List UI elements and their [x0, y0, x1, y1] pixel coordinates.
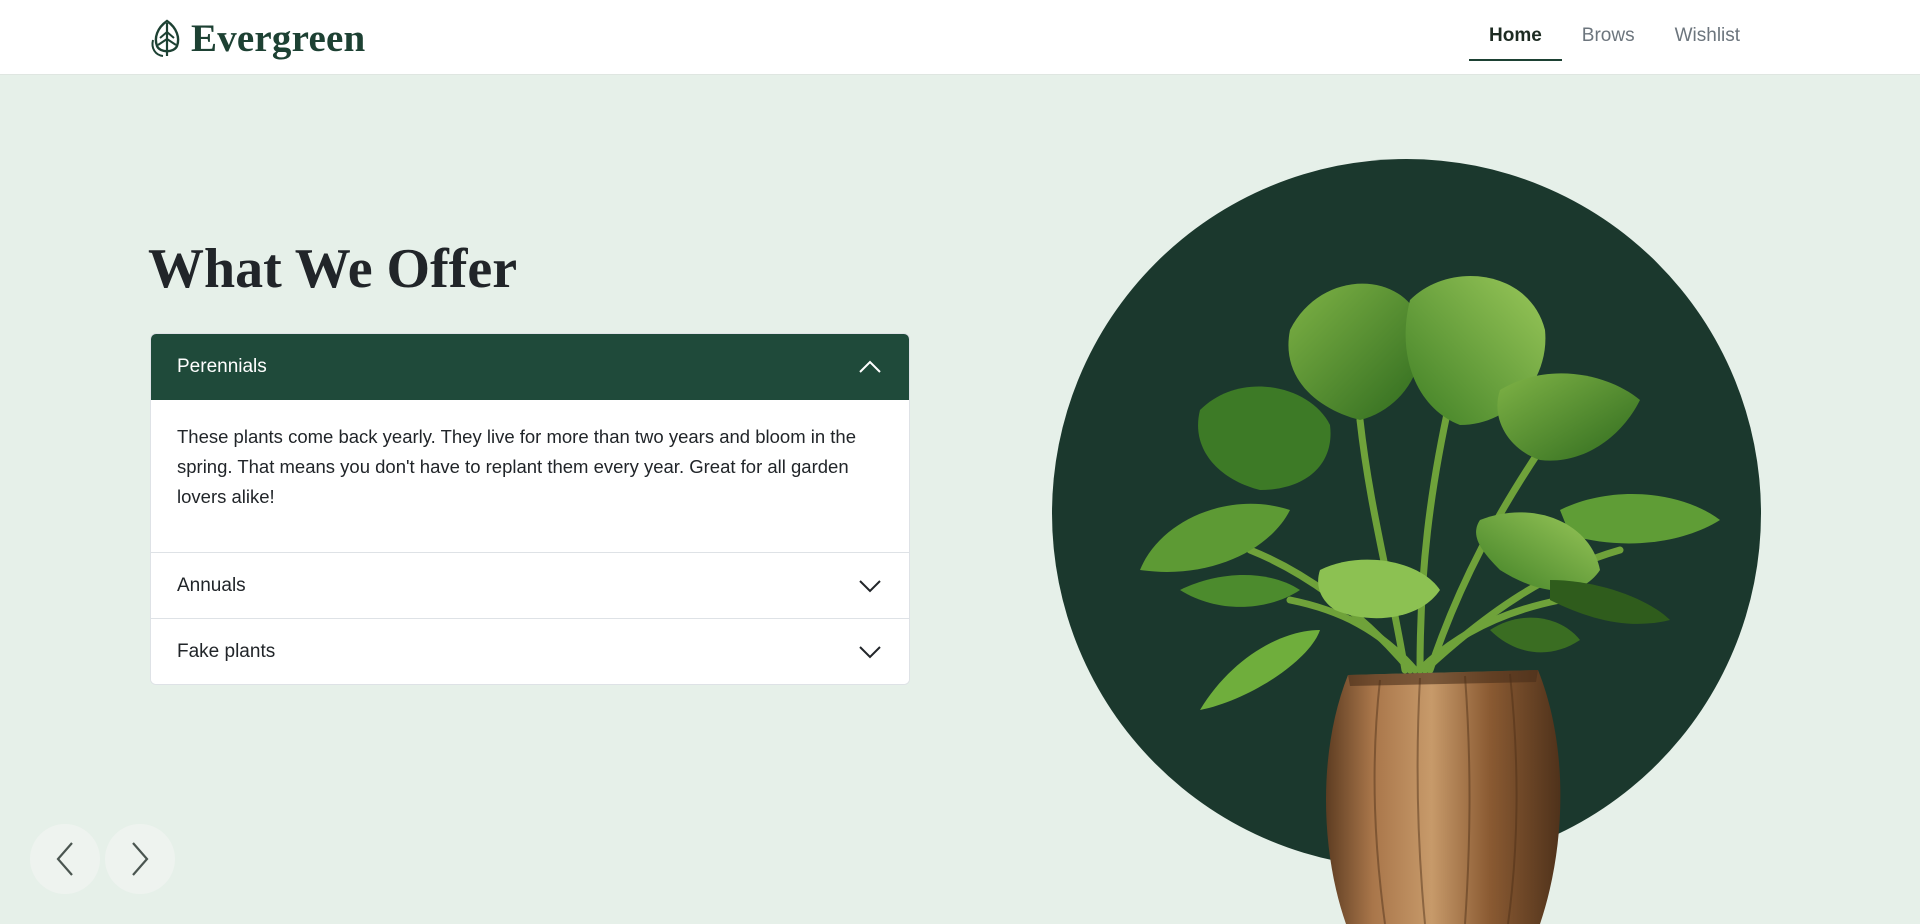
accordion-header-perennials[interactable]: Perennials [151, 334, 909, 400]
nav-home[interactable]: Home [1469, 14, 1562, 61]
chevron-right-icon [132, 842, 149, 876]
accordion-item-annuals: Annuals [151, 552, 909, 618]
chevron-down-icon [859, 579, 881, 592]
accordion-header-fake-plants[interactable]: Fake plants [151, 619, 909, 684]
accordion-title: Perennials [177, 356, 267, 377]
section-title: What We Offer [148, 238, 518, 300]
accordion-item-perennials: Perennials These plants come back yearly… [151, 334, 909, 552]
navbar: Evergreen Home Brows Wishlist [0, 0, 1920, 75]
carousel-next-button[interactable] [105, 824, 175, 894]
leaf-icon [151, 19, 180, 57]
chevron-down-icon [859, 645, 881, 658]
chevron-left-icon [56, 842, 73, 876]
carousel-prev-button[interactable] [30, 824, 100, 894]
nav-wishlist[interactable]: Wishlist [1655, 14, 1760, 61]
accordion-title: Fake plants [177, 640, 276, 662]
potted-plant-image [1140, 276, 1720, 924]
accordion-title: Annuals [177, 574, 246, 596]
brand-link[interactable]: Evergreen [149, 16, 365, 60]
accordion-header-annuals[interactable]: Annuals [151, 553, 909, 618]
offer-accordion: Perennials These plants come back yearly… [150, 333, 910, 685]
accordion-item-fake-plants: Fake plants [151, 618, 909, 684]
nav-brows[interactable]: Brows [1562, 14, 1655, 61]
main-nav: Home Brows Wishlist [1469, 14, 1760, 61]
accordion-body-perennials: These plants come back yearly. They live… [177, 426, 857, 507]
brand-name: Evergreen [191, 16, 366, 60]
chevron-up-icon [859, 360, 881, 373]
